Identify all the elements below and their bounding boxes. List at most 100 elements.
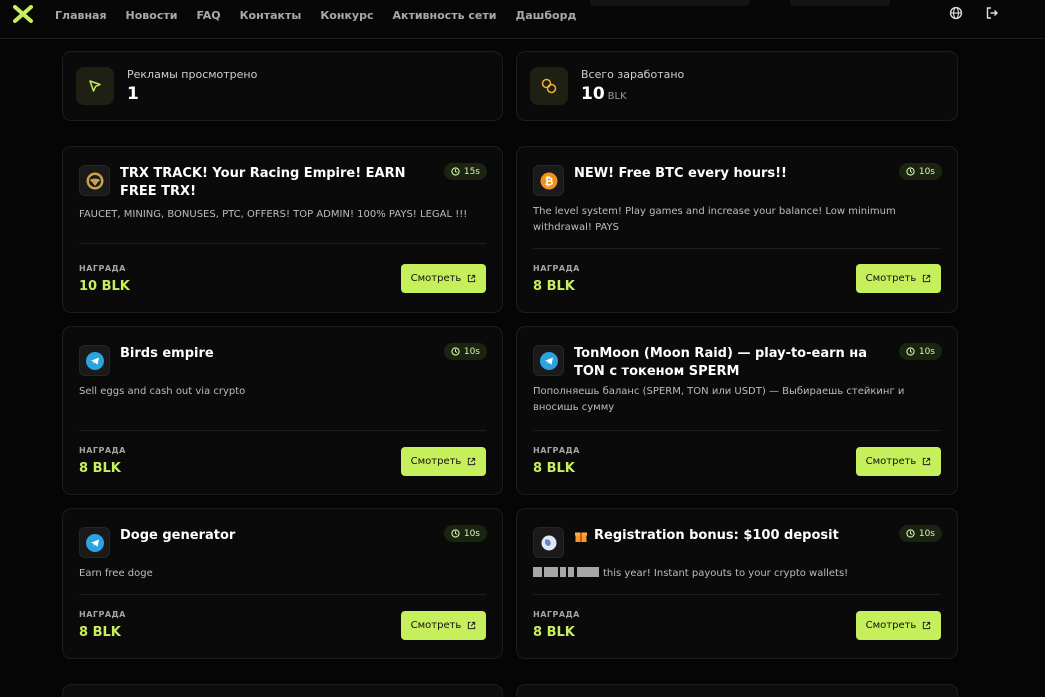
button-label: Смотреть (410, 273, 462, 284)
offer-description: Пополняешь баланс (SPERM, TON или USDT) … (533, 386, 905, 413)
offer-timer: 15s (443, 163, 487, 180)
offer-timer: 10s (443, 525, 487, 542)
telegram-icon (79, 527, 110, 558)
view-button[interactable]: Смотреть (401, 611, 486, 640)
offer-description-text: this year! Instant payouts to your crypt… (603, 568, 849, 579)
view-button[interactable]: Смотреть (856, 447, 941, 476)
offer-card: Doge generator 10s Earn free doge НАГРАД… (62, 508, 503, 659)
logo-icon[interactable] (13, 5, 33, 23)
clock-icon (451, 529, 460, 538)
offer-description: Earn free doge (79, 568, 153, 579)
offer-title[interactable]: Birds empire (120, 345, 440, 363)
divider (533, 430, 941, 431)
offer-card-partial (516, 684, 958, 697)
cursor-icon (76, 67, 114, 105)
divider (533, 594, 941, 595)
clock-icon (906, 347, 915, 356)
offer-title-text: Registration bonus: $100 deposit (594, 528, 839, 543)
reward-label: НАГРАДА (533, 610, 580, 619)
stat-amount: 10 (581, 84, 605, 104)
offer-card: TonMoon (Moon Raid) — play-to-earn на TO… (516, 326, 958, 495)
offer-description: this year! Instant payouts to your crypt… (533, 566, 933, 582)
view-button[interactable]: Смотреть (401, 447, 486, 476)
globe-icon (533, 527, 564, 558)
nav-item-news[interactable]: Новости (126, 9, 178, 22)
redacted-text (560, 567, 566, 577)
offer-card: ₿ NEW! Free BTC every hours!! 10s The le… (516, 146, 958, 313)
offer-title[interactable]: NEW! Free BTC every hours!! (574, 165, 894, 183)
svg-text:₿: ₿ (544, 175, 553, 188)
timer-label: 10s (463, 346, 480, 357)
nav-item-contacts[interactable]: Контакты (240, 9, 302, 22)
offer-timer: 10s (443, 343, 487, 360)
clock-icon (451, 347, 460, 356)
nav-item-dashboard[interactable]: Дашборд (515, 9, 576, 22)
bitcoin-icon: ₿ (533, 165, 564, 196)
button-label: Смотреть (865, 456, 917, 467)
clock-icon (906, 529, 915, 538)
offer-description: Sell eggs and cash out via crypto (79, 386, 246, 397)
steering-wheel-icon (79, 165, 110, 196)
logout-icon[interactable] (985, 6, 999, 20)
gift-icon (575, 532, 587, 542)
main-nav: Главная Новости FAQ Контакты Конкурс Акт… (55, 0, 595, 30)
offer-description: The level system! Play games and increas… (533, 206, 896, 233)
globe-icon[interactable] (949, 6, 963, 20)
divider (79, 594, 486, 595)
reward-label: НАГРАДА (533, 264, 580, 273)
external-link-icon (468, 457, 476, 466)
offer-card: Registration bonus: $100 deposit this ye… (516, 508, 958, 659)
offer-timer: 10s (898, 163, 942, 180)
stat-value: 1 (127, 84, 139, 104)
timer-label: 10s (463, 528, 480, 539)
view-button[interactable]: Смотреть (856, 611, 941, 640)
timer-label: 10s (918, 346, 935, 357)
reward-label: НАГРАДА (79, 446, 126, 455)
offer-description: FAUCET, MINING, BONUSES, PTC, OFFERS! TO… (79, 209, 468, 220)
redacted-text (577, 567, 599, 577)
top-navbar: Главная Новости FAQ Контакты Конкурс Акт… (0, 0, 1045, 39)
nav-item-contest[interactable]: Конкурс (320, 9, 373, 22)
view-button[interactable]: Смотреть (401, 264, 486, 293)
stat-value: 10 BLK (581, 84, 627, 104)
button-label: Смотреть (865, 620, 917, 631)
offer-title[interactable]: Doge generator (120, 527, 440, 545)
faded-element (590, 0, 750, 6)
timer-label: 15s (463, 166, 480, 177)
external-link-icon (468, 274, 476, 283)
divider (79, 430, 486, 431)
divider (533, 248, 941, 249)
offer-title[interactable]: TRX TRACK! Your Racing Empire! EARN FREE… (120, 165, 440, 201)
external-link-icon (468, 621, 476, 630)
redacted-text (568, 567, 574, 577)
nav-item-home[interactable]: Главная (55, 9, 107, 22)
offer-card-partial (62, 684, 503, 697)
reward-label: НАГРАДА (79, 610, 126, 619)
nav-item-faq[interactable]: FAQ (196, 9, 220, 22)
redacted-text (533, 567, 542, 577)
button-label: Смотреть (410, 456, 462, 467)
redacted-text (544, 567, 558, 577)
offer-title[interactable]: Registration bonus: $100 deposit (574, 527, 894, 545)
divider (79, 243, 486, 244)
nav-item-network-activity[interactable]: Активность сети (393, 9, 497, 22)
telegram-icon (533, 345, 564, 376)
clock-icon (906, 167, 915, 176)
external-link-icon (923, 274, 931, 283)
stat-card-total-earned: Всего заработано 10 BLK (516, 51, 958, 121)
offer-card: TRX TRACK! Your Racing Empire! EARN FREE… (62, 146, 503, 313)
reward-value: 10 BLK (79, 279, 130, 294)
stat-unit: BLK (607, 91, 627, 102)
reward-value: 8 BLK (79, 625, 121, 640)
faded-element (790, 0, 890, 6)
external-link-icon (923, 457, 931, 466)
view-button[interactable]: Смотреть (856, 264, 941, 293)
offer-timer: 10s (898, 525, 942, 542)
offer-title[interactable]: TonMoon (Moon Raid) — play-to-earn на TO… (574, 345, 894, 381)
coins-icon (530, 67, 568, 105)
timer-label: 10s (918, 166, 935, 177)
reward-value: 8 BLK (533, 461, 575, 476)
reward-value: 8 BLK (533, 625, 575, 640)
stat-label: Рекламы просмотрено (127, 68, 258, 81)
button-label: Смотреть (865, 273, 917, 284)
